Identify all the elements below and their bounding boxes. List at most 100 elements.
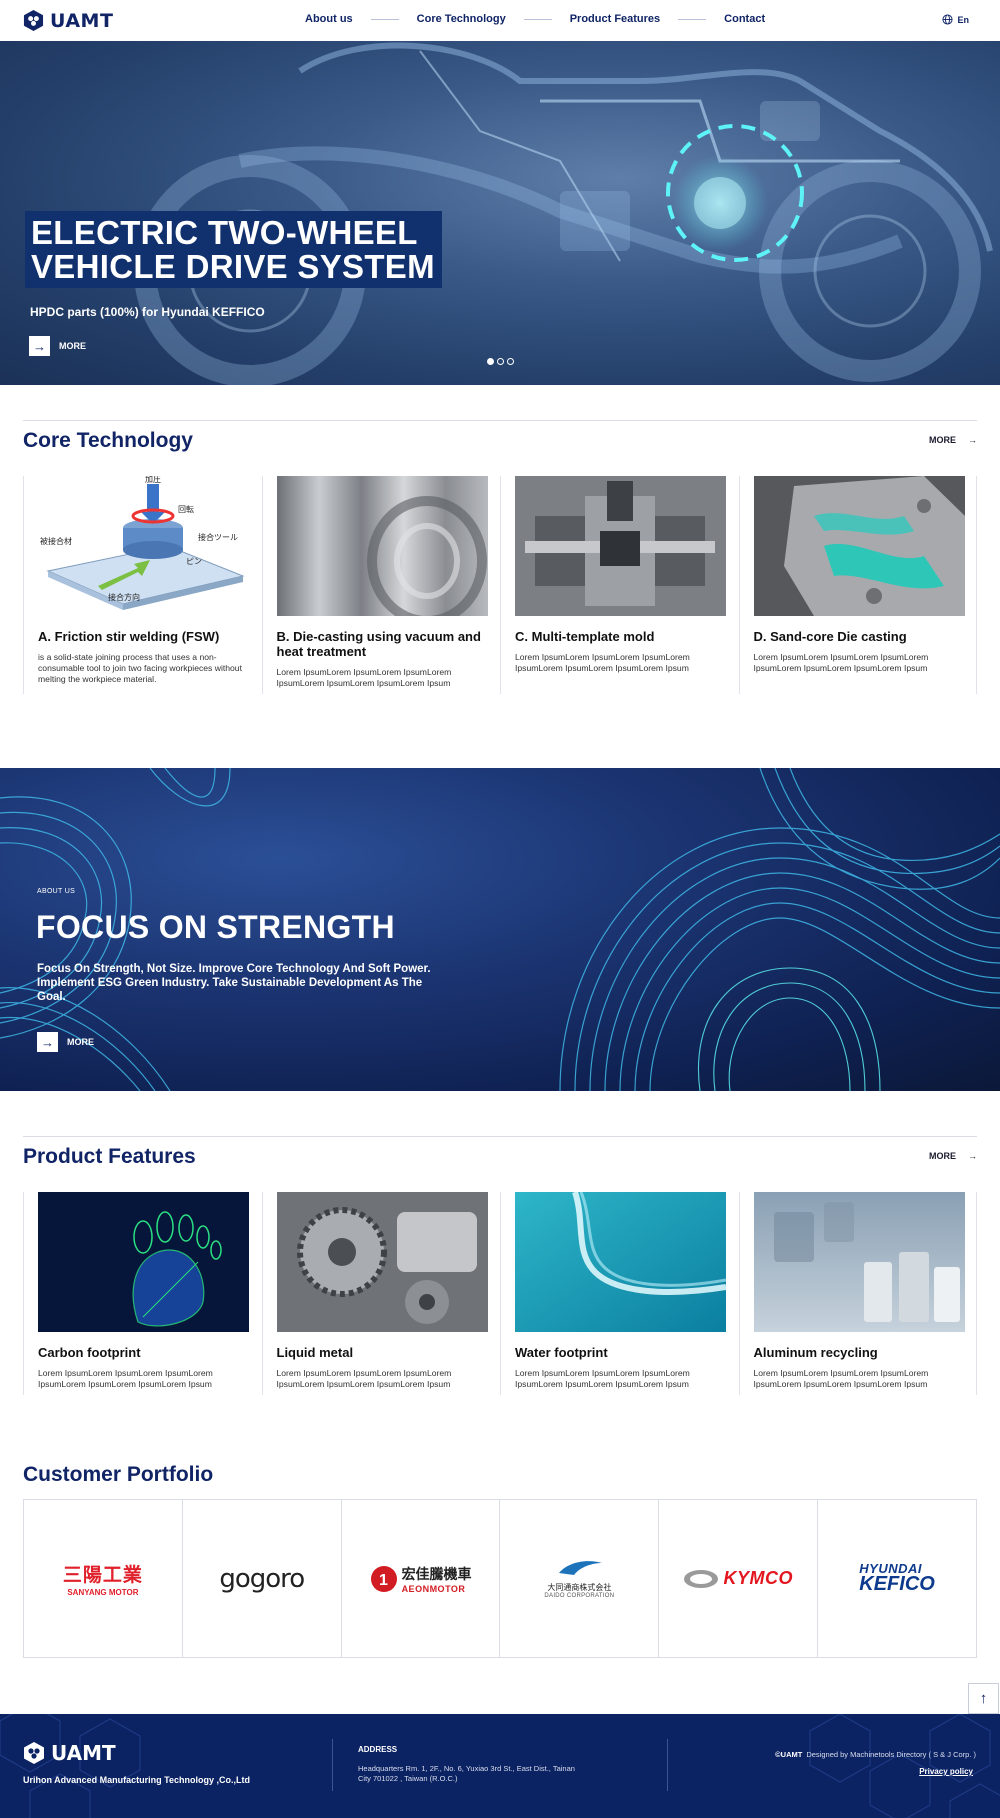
logo-text: UAMT: [50, 9, 114, 32]
core-card-sand-core[interactable]: D. Sand-core Die casting Lorem IpsumLore…: [738, 476, 977, 694]
core-card-multi-template[interactable]: C. Multi-template mold Lorem IpsumLorem …: [500, 476, 739, 694]
nav-core-technology[interactable]: Core Technology: [417, 13, 506, 25]
carbon-footprint-image: [38, 1192, 249, 1332]
customer-logo-gogoro[interactable]: gogoro: [183, 1500, 342, 1657]
arrow-up-icon: ↑: [979, 1690, 988, 1707]
footer-copyright: ©UAMT Designed by Machinetools Directory…: [775, 1750, 976, 1759]
footer-credit: Designed by Machinetools Directory ( S &…: [806, 1750, 976, 1759]
privacy-policy-link[interactable]: Privacy policy: [919, 1767, 973, 1776]
main-nav: About us Core Technology Product Feature…: [305, 13, 765, 25]
customer-logo-hyundai-kefico[interactable]: HYUNDAI KEFICO: [818, 1500, 976, 1657]
footer-copyright-brand: ©UAMT: [775, 1750, 803, 1759]
fsw-label-rotation: 回転: [178, 505, 194, 514]
features-more-link[interactable]: MORE →: [929, 1151, 977, 1161]
card-title: Liquid metal: [276, 1345, 354, 1360]
aeon-logo-cn: 宏佳騰機車: [401, 1566, 472, 1583]
card-title: D. Sand-core Die casting: [753, 629, 907, 644]
feature-card-carbon[interactable]: Carbon footprint Lorem IpsumLorem IpsumL…: [23, 1192, 262, 1395]
customer-logo-aeon[interactable]: 1 宏佳騰機車 AEONMOTOR: [342, 1500, 501, 1657]
feature-card-liquid-metal[interactable]: Liquid metal Lorem IpsumLorem IpsumLorem…: [261, 1192, 501, 1395]
arrow-right-icon: →: [968, 435, 977, 445]
nav-contact[interactable]: Contact: [724, 13, 765, 25]
card-description: Lorem IpsumLorem IpsumLorem IpsumLorem I…: [515, 1368, 690, 1389]
footer-address-label: ADDRESS: [358, 1745, 398, 1754]
core-technology-cards: 加圧 回転 接合ツール ピン 被接合材 接合方向 A. Friction sti…: [23, 476, 977, 694]
daido-swoosh-icon: [559, 1560, 603, 1575]
fsw-label-pin: ピン: [186, 557, 202, 566]
feature-card-water[interactable]: Water footprint Lorem IpsumLorem IpsumLo…: [500, 1192, 739, 1395]
aeon-emblem-icon: 1: [370, 1565, 397, 1592]
slider-dot-1[interactable]: [487, 358, 494, 365]
footer-company-name: Urihon Advanced Manufacturing Technology…: [23, 1775, 250, 1785]
footer-divider: [332, 1739, 333, 1791]
customer-logo-sanyang[interactable]: 三陽工業 SANYANG MOTOR: [24, 1500, 183, 1657]
globe-icon: [942, 14, 954, 25]
feature-card-aluminum[interactable]: Aluminum recycling Lorem IpsumLorem Ipsu…: [738, 1192, 977, 1395]
fsw-label-direction: 接合方向: [108, 592, 140, 602]
card-description: Lorem IpsumLorem IpsumLorem IpsumLorem I…: [515, 652, 690, 673]
card-description: Lorem IpsumLorem IpsumLorem IpsumLorem I…: [276, 667, 452, 688]
multi-template-mold-image: [515, 476, 726, 616]
product-features-title: Product Features: [23, 1145, 196, 1168]
more-label: MORE: [59, 341, 86, 351]
sand-core-casting-image: [753, 476, 965, 616]
nav-about-us[interactable]: About us: [305, 13, 353, 25]
kymco-emblem-icon: [684, 1569, 719, 1588]
hero-more-button[interactable]: → MORE: [29, 336, 86, 356]
aluminum-recycling-image: [753, 1192, 965, 1332]
logo-hexagon-icon: [24, 1742, 44, 1764]
hero-banner: ELECTRIC TWO-WHEEL VEHICLE DRIVE SYSTEM …: [0, 41, 1000, 385]
card-title: Carbon footprint: [38, 1345, 141, 1360]
nav-divider: [370, 18, 399, 20]
core-card-die-casting[interactable]: B. Die-casting using vacuum and heat tre…: [261, 476, 501, 694]
card-description: Lorem IpsumLorem IpsumLorem IpsumLorem I…: [753, 652, 929, 673]
core-technology-title: Core Technology: [23, 429, 193, 452]
fsw-label-pressure: 加圧: [145, 476, 161, 484]
card-title: Aluminum recycling: [753, 1345, 878, 1360]
more-label: MORE: [929, 435, 956, 445]
core-more-link[interactable]: MORE →: [929, 435, 977, 445]
site-header: UAMT About us Core Technology Product Fe…: [0, 0, 1000, 41]
daido-logo-en: DAIDO CORPORATION: [544, 1592, 615, 1599]
customer-logo-grid: 三陽工業 SANYANG MOTOR gogoro 1 宏佳騰機車 AEONMO…: [23, 1499, 977, 1658]
card-description: is a solid-state joining process that us…: [38, 652, 242, 684]
about-us-band: ABOUT US FOCUS ON STRENGTH Focus On Stre…: [0, 768, 1000, 1091]
sanyang-logo-cn: 三陽工業: [62, 1564, 143, 1586]
section-divider: [23, 420, 977, 421]
card-description: Lorem IpsumLorem IpsumLorem IpsumLorem I…: [38, 1368, 213, 1389]
card-description: Lorem IpsumLorem IpsumLorem IpsumLorem I…: [276, 1368, 452, 1389]
nav-product-features[interactable]: Product Features: [570, 13, 660, 25]
logo[interactable]: UAMT: [23, 9, 113, 32]
arrow-right-icon: →: [29, 336, 50, 356]
arrow-right-icon: →: [968, 1151, 977, 1161]
slider-pagination: [487, 358, 514, 365]
arrow-right-icon: →: [37, 1032, 58, 1052]
footer-logo-text: UAMT: [51, 1741, 116, 1765]
section-divider: [23, 1136, 977, 1137]
hero-subtitle: HPDC parts (100%) for Hyundai KEFFICO: [30, 305, 265, 319]
product-features-cards: Carbon footprint Lorem IpsumLorem IpsumL…: [23, 1192, 977, 1395]
customer-logo-daido[interactable]: 大同通商株式会社 DAIDO CORPORATION: [500, 1500, 660, 1657]
about-title: FOCUS ON STRENGTH: [36, 909, 395, 945]
kefico-logo-text: KEFICO: [859, 1573, 935, 1595]
more-label: MORE: [929, 1151, 956, 1161]
fsw-label-tool: 接合ツール: [198, 532, 238, 542]
back-to-top-button[interactable]: ↑: [968, 1683, 999, 1714]
language-label: En: [957, 14, 969, 25]
customer-logo-kymco[interactable]: KYMCO: [659, 1500, 819, 1657]
die-casting-image: [276, 476, 488, 616]
site-footer: UAMT Urihon Advanced Manufacturing Techn…: [0, 1714, 1000, 1818]
svg-text:1: 1: [379, 1572, 388, 1589]
footer-address: Headquarters Rm. 1, 2F., No. 6, Yuxiao 3…: [358, 1764, 575, 1783]
liquid-metal-image: [276, 1192, 488, 1332]
daido-logo-jp: 大同通商株式会社: [547, 1582, 612, 1592]
card-title: C. Multi-template mold: [515, 629, 655, 644]
about-more-button[interactable]: → MORE: [37, 1032, 94, 1052]
card-title: A. Friction stir welding (FSW): [38, 629, 220, 644]
language-switcher[interactable]: En: [942, 14, 969, 25]
slider-dot-2[interactable]: [497, 358, 504, 365]
core-card-fsw[interactable]: 加圧 回転 接合ツール ピン 被接合材 接合方向 A. Friction sti…: [23, 476, 262, 694]
about-kicker: ABOUT US: [37, 888, 76, 895]
footer-logo[interactable]: UAMT: [23, 1741, 116, 1765]
slider-dot-3[interactable]: [507, 358, 514, 365]
